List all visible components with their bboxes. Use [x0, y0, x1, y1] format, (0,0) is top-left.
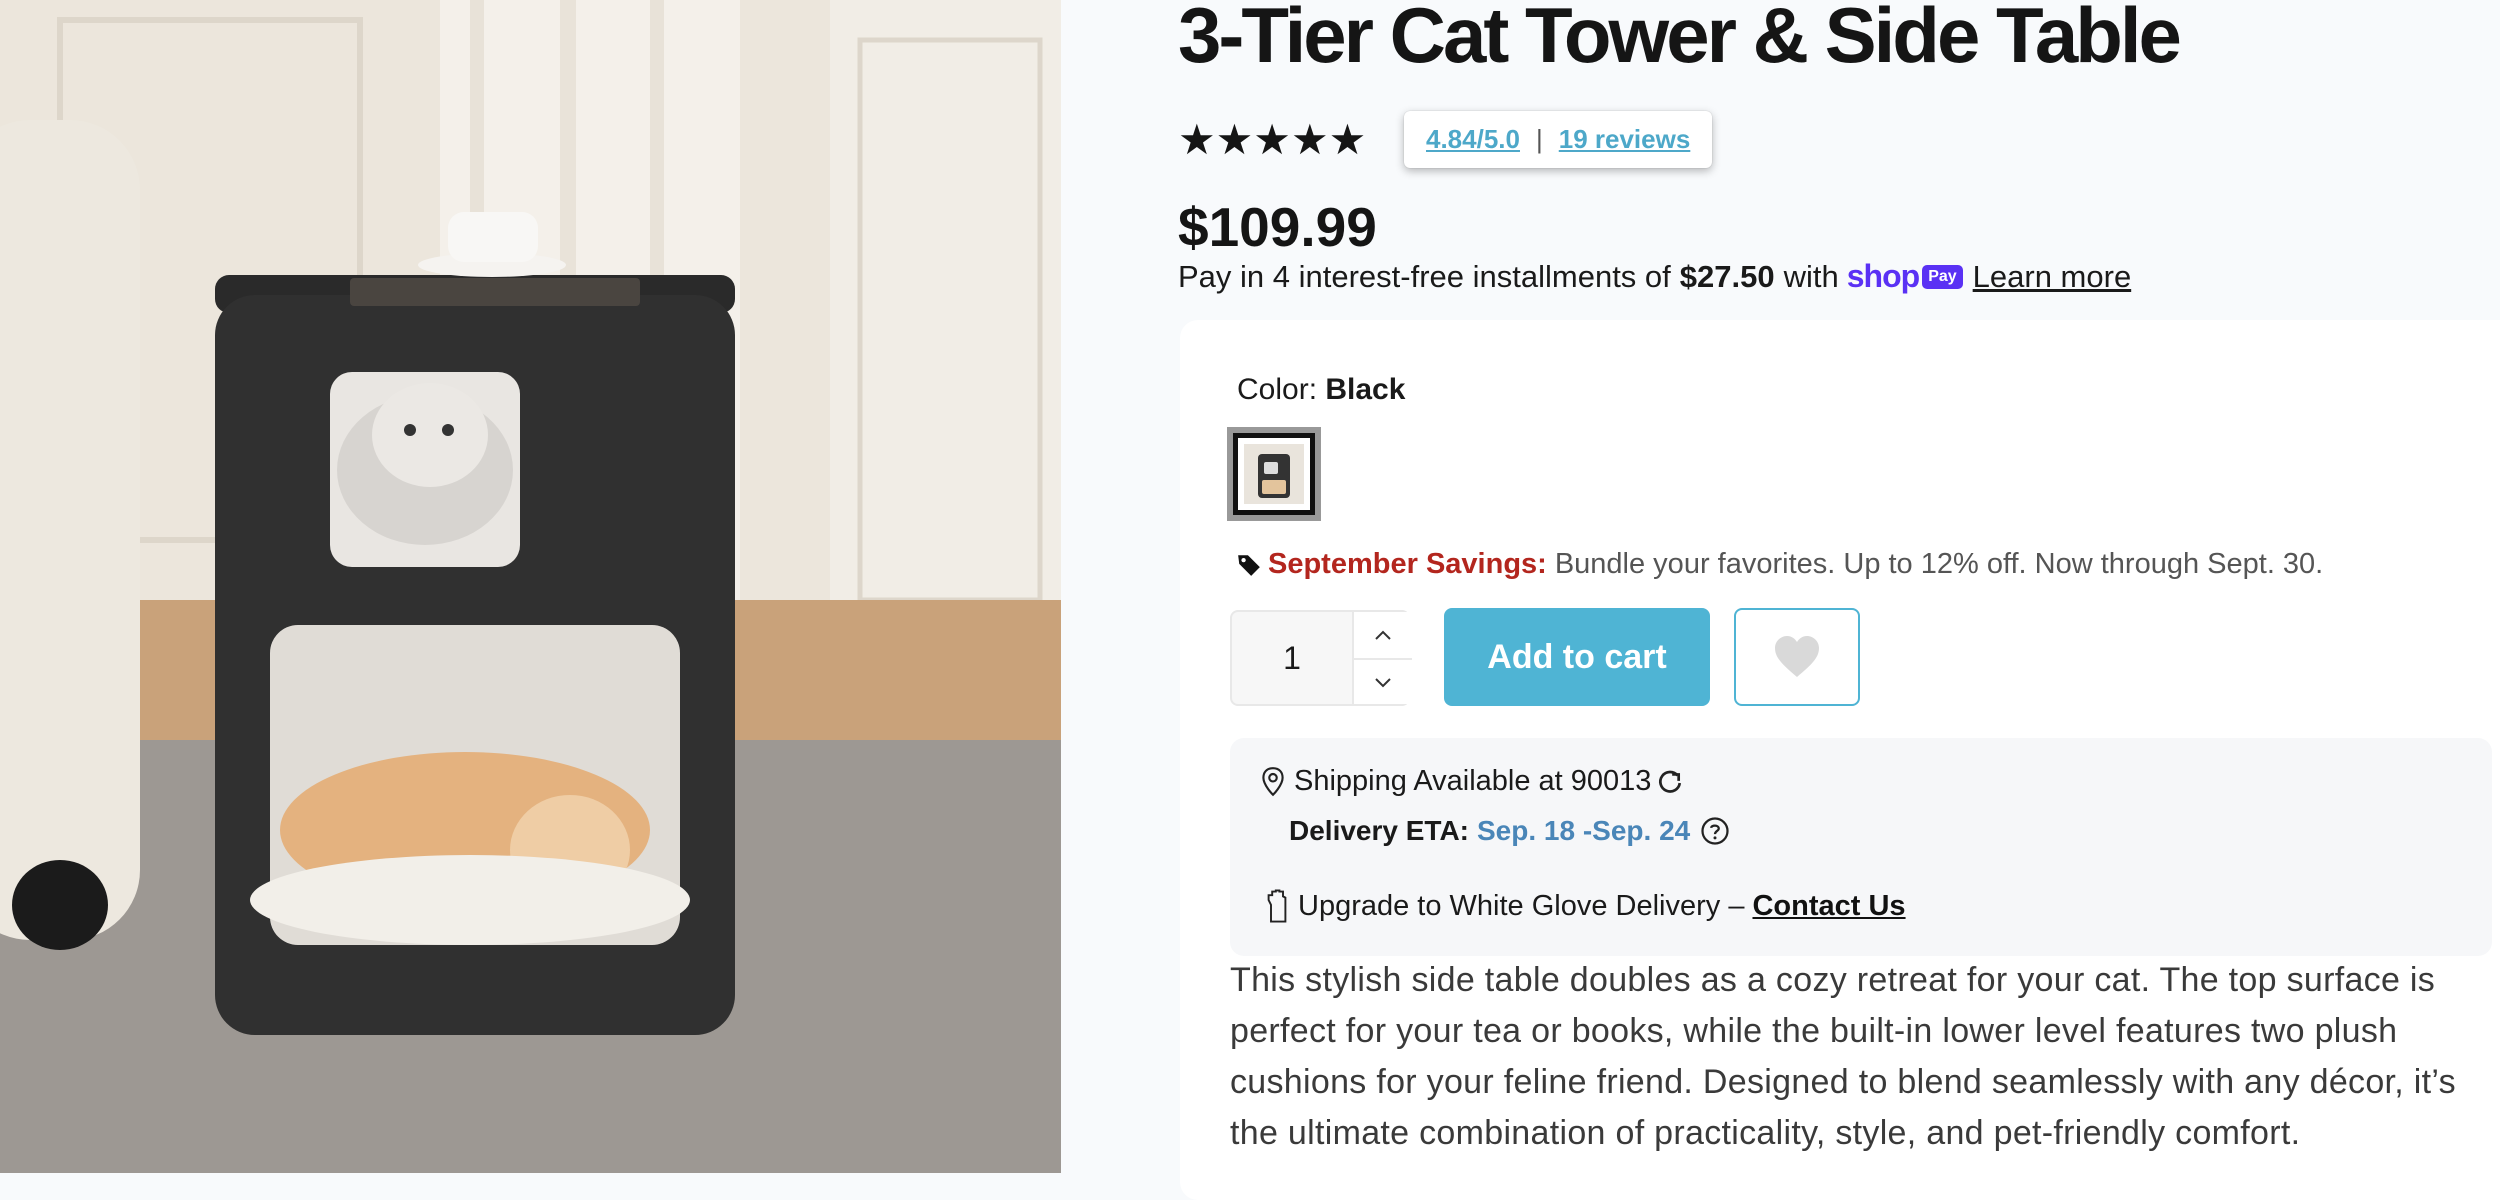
shipping-availability: Shipping Available at 90013	[1260, 765, 1683, 798]
help-icon[interactable]	[1700, 816, 1730, 846]
installments-line: Pay in 4 interest-free installments of $…	[1178, 258, 2131, 295]
quantity-decrease-button[interactable]	[1354, 660, 1412, 706]
quantity-increase-button[interactable]	[1354, 612, 1412, 660]
rating-summary: 4.84/5.0 | 19 reviews	[1404, 111, 1713, 168]
tag-icon	[1238, 554, 1260, 576]
reviews-link[interactable]: 19 reviews	[1559, 124, 1691, 155]
quantity-input[interactable]: 1	[1232, 612, 1352, 704]
promo-label: September Savings:	[1268, 548, 1547, 580]
chevron-up-icon	[1375, 630, 1391, 640]
heart-icon	[1775, 636, 1819, 677]
wishlist-button[interactable]	[1734, 608, 1860, 706]
product-image[interactable]	[0, 0, 1061, 1173]
shop-pay-logo: shop Pay	[1847, 258, 1963, 295]
chevron-down-icon	[1375, 678, 1391, 688]
installments-prefix: Pay in 4 interest-free installments of	[1178, 258, 1671, 294]
product-price: $109.99	[1178, 196, 1377, 258]
swatch-thumbnail	[1233, 433, 1315, 515]
add-to-cart-button[interactable]: Add to cart	[1444, 608, 1710, 706]
contact-us-link[interactable]: Contact Us	[1752, 890, 1905, 923]
delivery-eta: Delivery ETA: Sep. 18 -Sep. 24	[1289, 815, 1730, 847]
location-pin-icon	[1262, 766, 1284, 796]
glove-icon	[1267, 889, 1287, 923]
promo-banner: September Savings: Bundle your favorites…	[1236, 548, 2323, 581]
rating-score-link[interactable]: 4.84/5.0	[1426, 124, 1520, 155]
white-glove-text: Upgrade to White Glove Delivery –	[1298, 889, 1745, 922]
learn-more-link[interactable]: Learn more	[1973, 259, 2132, 295]
promo-text: Bundle your favorites. Up to 12% off. No…	[1554, 548, 2324, 580]
shop-pay-wordmark: shop	[1846, 258, 1920, 294]
shop-pay-badge: Pay	[1922, 264, 1963, 289]
quantity-stepper: 1	[1230, 610, 1412, 706]
delivery-eta-dates: Sep. 18 -Sep. 24	[1477, 815, 1691, 846]
product-description: This stylish side table doubles as a coz…	[1230, 961, 2456, 1152]
color-label: Color:	[1237, 373, 1318, 406]
color-value: Black	[1325, 373, 1406, 406]
installment-amount: $27.50	[1679, 258, 1775, 294]
rating-separator: |	[1535, 124, 1543, 154]
white-glove-upgrade: Upgrade to White Glove Delivery – Contac…	[1262, 888, 1906, 924]
swatch-thumbnail-image	[1244, 444, 1304, 504]
star-rating: ★★★★★	[1178, 118, 1366, 162]
product-title: 3-Tier Cat Tower & Side Table	[1178, 0, 2182, 79]
quantity-buttons	[1352, 612, 1412, 704]
delivery-eta-label: Delivery ETA:	[1289, 815, 1469, 846]
star-icons: ★★★★★	[1178, 116, 1367, 163]
color-selection-label: Color: Black	[1237, 373, 1405, 407]
refresh-icon[interactable]	[1657, 769, 1683, 795]
installments-with: with	[1783, 258, 1839, 294]
shipping-availability-text: Shipping Available at 90013	[1294, 765, 1652, 797]
color-swatch-black[interactable]	[1227, 427, 1321, 521]
